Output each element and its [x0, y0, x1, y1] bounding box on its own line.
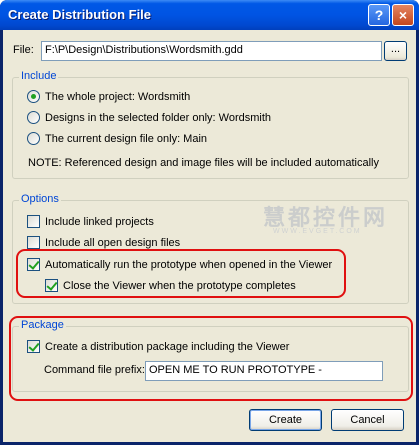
create-button[interactable]: Create	[249, 409, 322, 431]
cancel-button[interactable]: Cancel	[331, 409, 404, 431]
include-linked-label: Include linked projects	[45, 215, 154, 228]
title-bar[interactable]: Create Distribution File ? ×	[0, 0, 419, 30]
checkbox-include-open[interactable]: Include all open design files	[27, 236, 180, 249]
dialog-window: Create Distribution File ? × File: F:\P\…	[0, 0, 419, 445]
checkbox-icon[interactable]	[27, 236, 40, 249]
dialog-body: File: F:\P\Design\Distributions\Wordsmit…	[3, 30, 416, 442]
radio-whole-project[interactable]: The whole project: Wordsmith	[27, 90, 190, 103]
checkbox-include-linked[interactable]: Include linked projects	[27, 215, 154, 228]
help-button[interactable]: ?	[368, 4, 390, 26]
window-title: Create Distribution File	[8, 7, 152, 22]
radio-unselected-icon[interactable]	[27, 132, 40, 145]
radio-current-file-label: The current design file only: Main	[45, 132, 208, 145]
file-path-input[interactable]: F:\P\Design\Distributions\Wordsmith.gdd	[41, 41, 382, 61]
options-legend: Options	[19, 193, 61, 205]
highlight-box-options	[16, 249, 346, 298]
file-label: File:	[13, 44, 34, 56]
radio-unselected-icon[interactable]	[27, 111, 40, 124]
highlight-box-package	[9, 316, 413, 401]
radio-current-file[interactable]: The current design file only: Main	[27, 132, 207, 145]
radio-selected-folder[interactable]: Designs in the selected folder only: Wor…	[27, 111, 271, 124]
include-legend: Include	[19, 70, 59, 82]
close-button[interactable]: ×	[392, 4, 414, 26]
radio-whole-project-label: The whole project: Wordsmith	[45, 90, 191, 103]
browse-button[interactable]: ...	[384, 41, 407, 61]
radio-selected-icon[interactable]	[27, 90, 40, 103]
radio-selected-folder-label: Designs in the selected folder only: Wor…	[45, 111, 272, 124]
checkbox-icon[interactable]	[27, 215, 40, 228]
include-note: NOTE: Referenced design and image files …	[28, 157, 379, 169]
include-open-label: Include all open design files	[45, 236, 181, 249]
